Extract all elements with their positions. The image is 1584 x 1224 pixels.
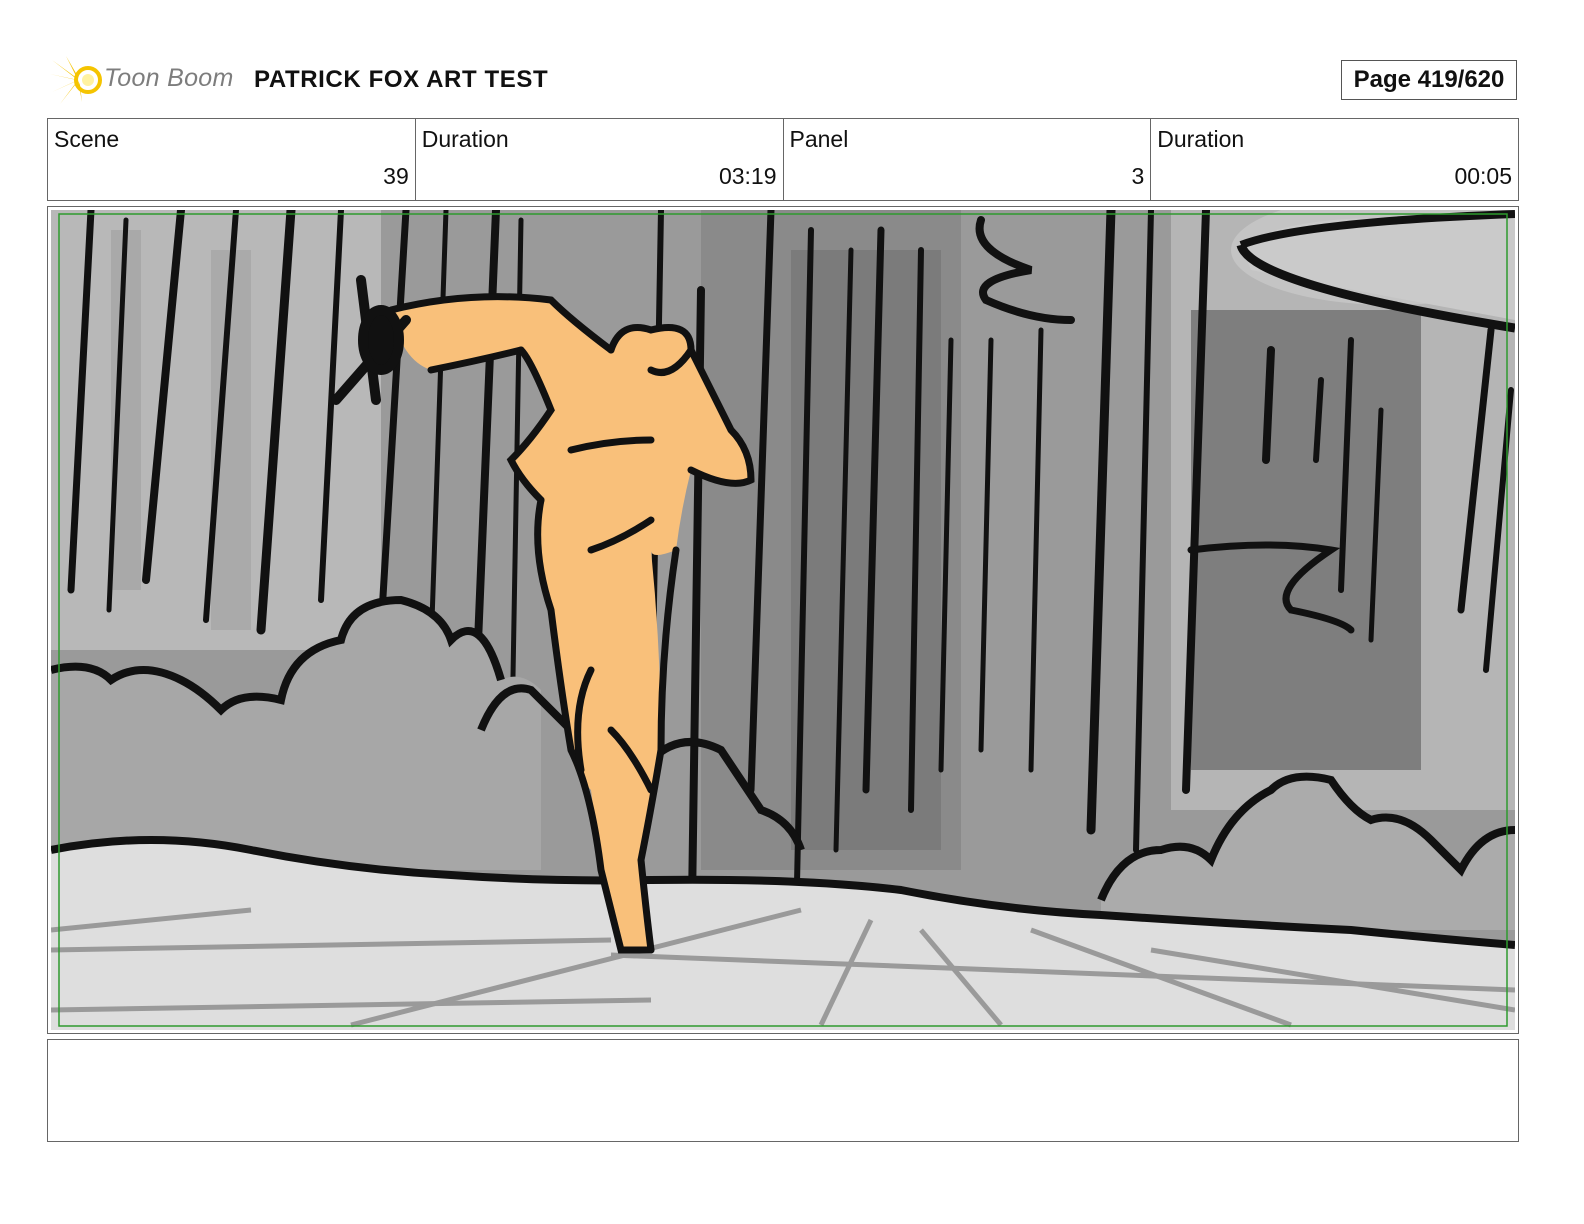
scene-duration-label: Duration: [421, 126, 509, 152]
panel-duration-value: 00:05: [1454, 163, 1512, 189]
panel-duration-label: Duration: [1157, 126, 1245, 152]
scene-value: 39: [383, 163, 409, 189]
panel-duration-cell: Duration 00:05: [1151, 119, 1518, 200]
page-number: Page 419/620: [1341, 60, 1517, 100]
storyboard-panel: [47, 206, 1519, 1034]
scene-label: Scene: [54, 126, 120, 152]
scene-duration-value: 03:19: [718, 163, 777, 189]
panel-value: 3: [1131, 163, 1145, 189]
panel-label: Panel: [789, 126, 849, 152]
notes-box: [47, 1039, 1519, 1142]
info-table: Scene 39 Duration 03:19 Panel 3 Duration…: [47, 118, 1519, 201]
panel-drawing: [51, 210, 1515, 1030]
panel-cell: Panel 3: [784, 119, 1152, 200]
scene-duration-cell: Duration 03:19: [416, 119, 784, 200]
scene-cell: Scene 39: [48, 119, 416, 200]
logo-wordmark: Toon Boom: [104, 64, 234, 92]
document-title: PATRICK FOX ART TEST: [254, 66, 549, 93]
toon-boom-logo: Toon Boom: [48, 52, 238, 108]
starburst-icon: [50, 56, 102, 104]
